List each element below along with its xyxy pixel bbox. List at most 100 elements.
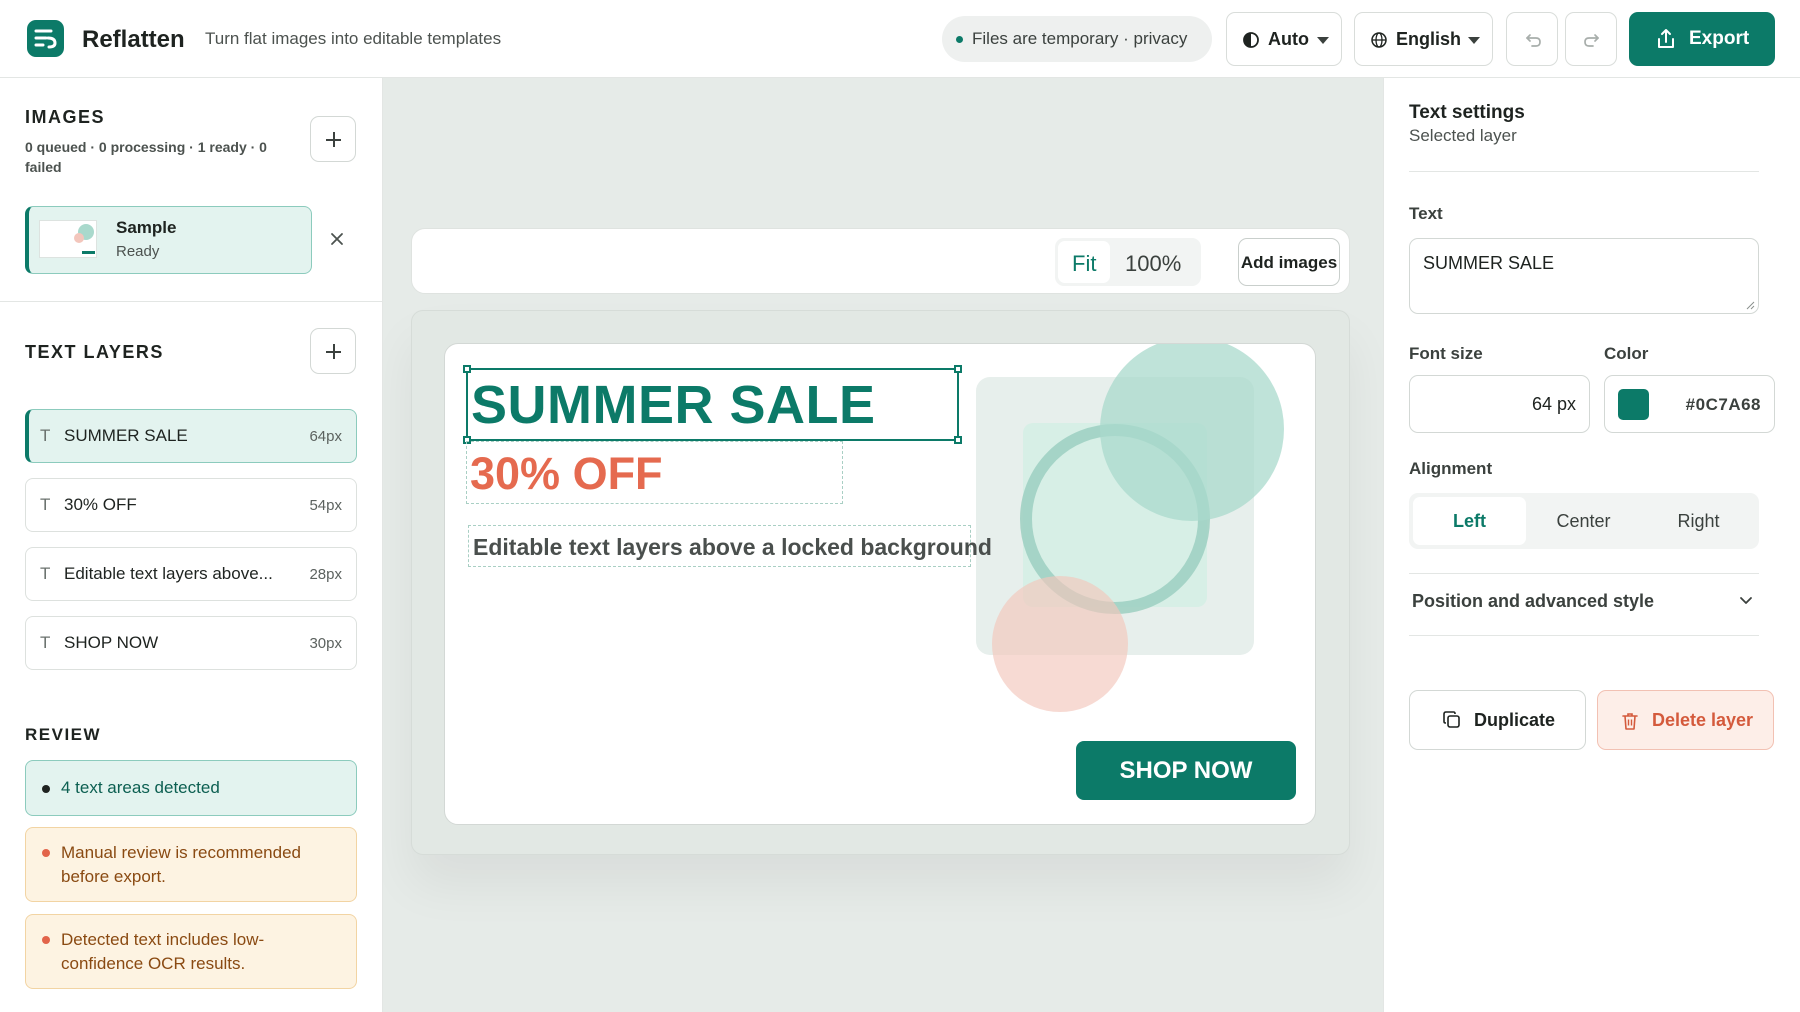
text-layer-name: SUMMER SALE [64, 426, 188, 445]
advanced-style-label: Position and advanced style [1412, 591, 1655, 611]
app-name: Reflatten [82, 26, 185, 53]
bullet-dot-icon [42, 785, 50, 793]
align-right-label: Right [1677, 511, 1720, 531]
bullet-dot-icon [42, 849, 50, 857]
zoom-control: Fit 100% [1055, 238, 1201, 286]
text-layer-discount[interactable]: 30% OFF [466, 441, 843, 504]
artboard[interactable]: SUMMER SALE 30% OFF Editable text layers… [444, 343, 1316, 825]
duplicate-label: Duplicate [1474, 710, 1556, 730]
text-layer-item[interactable]: T SHOP NOW 30px [25, 616, 357, 670]
privacy-pill[interactable]: Files are temporary · privacy [942, 16, 1212, 62]
text-field-label: Text [1409, 204, 1443, 223]
color-hex-value: #0C7A68 [1685, 395, 1761, 414]
text-type-icon: T [40, 495, 51, 514]
trash-icon [1622, 713, 1638, 730]
text-content-value: SUMMER SALE [1423, 253, 1555, 273]
text-layer-size: 30px [309, 635, 342, 652]
text-layer-name: Editable text layers above... [64, 564, 273, 583]
export-label: Export [1689, 28, 1750, 49]
add-images-button[interactable]: Add images [1238, 238, 1340, 286]
selected-text-layer-summer-sale[interactable]: SUMMER SALE [463, 365, 962, 444]
divider [1409, 171, 1759, 172]
share-upload-icon [1658, 29, 1674, 48]
text-content-input[interactable]: SUMMER SALE [1409, 238, 1759, 314]
app-tagline: Turn flat images into editable templates [205, 29, 502, 48]
align-left-option[interactable]: Left [1413, 497, 1526, 545]
alignment-label: Alignment [1409, 459, 1493, 478]
chevron-down-icon [1317, 37, 1329, 44]
globe-icon [1371, 32, 1387, 48]
resize-handle[interactable] [954, 365, 962, 373]
export-button[interactable]: Export [1629, 12, 1775, 66]
image-item-sample[interactable]: Sample Ready [25, 206, 312, 274]
fit-label: Fit [1072, 251, 1097, 276]
align-center-option[interactable]: Center [1527, 497, 1640, 545]
image-status: Ready [116, 243, 160, 260]
review-text: Manual review is recommended before expo… [61, 843, 301, 886]
copy-icon [1443, 711, 1460, 728]
add-image-button[interactable] [310, 116, 356, 162]
text-layer-item[interactable]: T SUMMER SALE 64px [25, 409, 357, 463]
font-size-input[interactable]: 64 px [1409, 375, 1590, 433]
color-label: Color [1604, 344, 1649, 363]
duplicate-button[interactable]: Duplicate [1409, 690, 1586, 750]
images-summary: 0 queued · 0 processing · 1 ready · 0 fa… [25, 139, 267, 175]
delete-layer-label: Delete layer [1652, 710, 1754, 730]
cta-text: SHOP NOW [1119, 757, 1253, 784]
text-layer-caption[interactable]: Editable text layers above a locked back… [468, 525, 992, 567]
text-type-icon: T [40, 564, 51, 583]
font-size-value: 64 px [1531, 394, 1576, 414]
redo-button[interactable] [1565, 12, 1617, 66]
theme-select[interactable]: Auto [1226, 12, 1342, 66]
add-images-label: Add images [1240, 253, 1338, 272]
review-text: 4 text areas detected [61, 778, 220, 797]
add-text-layer-button[interactable] [310, 328, 356, 374]
review-section-title: REVIEW [25, 725, 102, 744]
contrast-icon [1243, 32, 1259, 48]
text-layer-item[interactable]: T 30% OFF 54px [25, 478, 357, 532]
resize-grip-icon[interactable] [1745, 300, 1755, 310]
color-swatch[interactable] [1618, 389, 1649, 420]
color-picker[interactable]: #0C7A68 [1604, 375, 1775, 433]
align-right-option[interactable]: Right [1642, 497, 1755, 545]
review-item-warning: Manual review is recommended before expo… [25, 827, 357, 902]
settings-subtitle: Selected layer [1409, 126, 1517, 145]
advanced-style-toggle[interactable]: Position and advanced style [1409, 573, 1759, 635]
left-sidebar: IMAGES 0 queued · 0 processing · 1 ready… [0, 78, 383, 1012]
caption-text: Editable text layers above a locked back… [473, 534, 992, 560]
images-section-title: IMAGES [25, 107, 106, 127]
settings-panel: Text settings Selected layer Text SUMMER… [1383, 78, 1800, 1012]
delete-layer-button[interactable]: Delete layer [1597, 690, 1774, 750]
alignment-segmented-control: Left Center Right [1409, 493, 1759, 549]
undo-icon [1526, 34, 1541, 47]
settings-title: Text settings [1409, 102, 1525, 123]
fit-button[interactable]: Fit [1058, 241, 1110, 283]
text-layer-name: SHOP NOW [64, 633, 159, 652]
text-layer-shop-now[interactable]: SHOP NOW [1076, 741, 1296, 800]
app-header: Reflatten Turn flat images into editable… [0, 0, 1800, 78]
resize-handle[interactable] [954, 436, 962, 444]
text-layer-item[interactable]: T Editable text layers above... 28px [25, 547, 357, 601]
undo-button[interactable] [1506, 12, 1558, 66]
language-select[interactable]: English [1354, 12, 1493, 66]
chevron-down-icon [1468, 37, 1480, 44]
text-layer-size: 54px [309, 497, 342, 514]
resize-handle[interactable] [463, 365, 471, 373]
text-layer-name: 30% OFF [64, 495, 137, 514]
remove-image-close-icon[interactable] [326, 228, 348, 250]
review-text: Detected text includes low-confidence OC… [61, 930, 265, 973]
text-type-icon: T [40, 633, 51, 652]
font-size-label: Font size [1409, 344, 1483, 363]
text-layers-section-title: TEXT LAYERS [25, 342, 164, 362]
zoom-level[interactable]: 100% [1125, 251, 1181, 277]
redo-icon [1584, 34, 1599, 47]
chevron-down-icon [1740, 597, 1752, 604]
canvas-toolbar: Fit 100% Add images [411, 228, 1350, 294]
review-item-ok: 4 text areas detected [25, 760, 357, 816]
headline-text: SUMMER SALE [471, 375, 876, 435]
bullet-dot-icon [42, 936, 50, 944]
image-thumbnail [39, 220, 97, 258]
image-name: Sample [116, 218, 177, 237]
background-circle [992, 576, 1128, 712]
app-logo-icon [27, 20, 64, 57]
